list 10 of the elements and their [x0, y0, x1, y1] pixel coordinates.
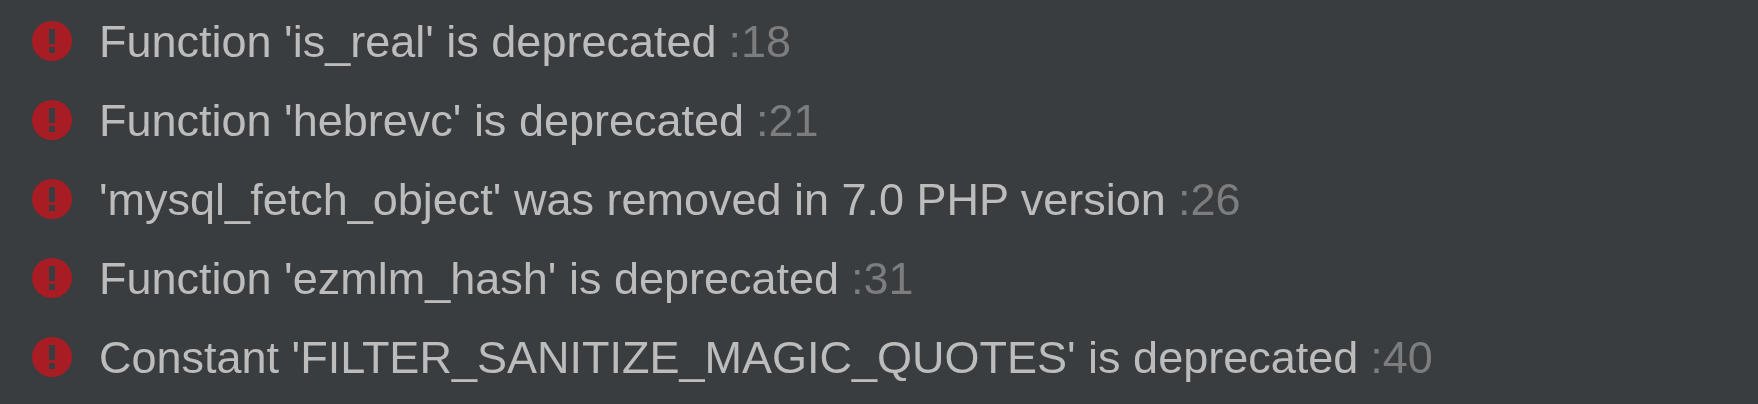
- problem-item[interactable]: Function 'hebrevc' is deprecated :21: [0, 81, 1758, 160]
- error-icon: [32, 178, 72, 219]
- error-icon: [32, 99, 72, 140]
- problem-item[interactable]: Function 'is_real' is deprecated :18: [0, 2, 1758, 81]
- problem-item[interactable]: Function 'ezmlm_hash' is deprecated :31: [0, 239, 1758, 318]
- error-icon: [32, 257, 72, 298]
- problem-item[interactable]: Constant 'FILTER_SANITIZE_MAGIC_QUOTES' is deprecated :40: [0, 318, 1758, 397]
- error-icon: [32, 336, 72, 377]
- error-icon: [32, 20, 72, 61]
- problem-item[interactable]: 'mysql_fetch_object' was removed in 7.0 PHP version :26: [0, 160, 1758, 239]
